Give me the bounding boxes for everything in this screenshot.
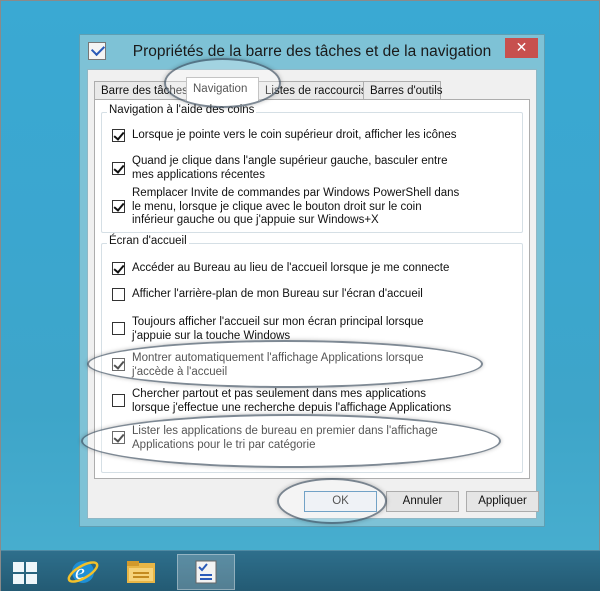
dialog-client-area: Barre des tâches Navigation Listes de ra… <box>87 69 539 519</box>
option-label: Toujours afficher l'accueil sur mon écra… <box>132 316 424 342</box>
taskbar: e <box>1 550 600 591</box>
option-label: Chercher partout et pas seulement dans m… <box>132 388 452 414</box>
navigation-tab-panel: Navigation à l'aide des coins Lorsque je… <box>94 99 530 479</box>
cancel-button[interactable]: Annuler <box>386 491 459 512</box>
start-screen-group: Écran d'accueil Accéder au Bureau au lie… <box>101 235 523 473</box>
tab-taskbar[interactable]: Barre des tâches <box>94 81 188 100</box>
option-label: Afficher l'arrière-plan de mon Bureau su… <box>132 288 423 300</box>
option-label: Remplacer Invite de commandes par Window… <box>132 187 460 226</box>
option-label: Accéder au Bureau au lieu de l'accueil l… <box>132 262 450 274</box>
checkbox[interactable] <box>112 394 125 407</box>
option-label: Quand je clique dans l'angle supérieur g… <box>132 155 448 181</box>
file-explorer-icon <box>127 561 155 583</box>
taskbar-navigation-properties-dialog: Propriétés de la barre des tâches et de … <box>79 34 545 527</box>
tab-jump-lists[interactable]: Listes de raccourcis <box>258 81 367 100</box>
ok-button[interactable]: OK <box>304 491 377 512</box>
file-explorer-button[interactable] <box>113 554 167 590</box>
taskbar-properties-button[interactable] <box>177 554 235 590</box>
close-button[interactable]: ✕ <box>505 38 538 58</box>
tab-navigation[interactable]: Navigation <box>186 77 259 101</box>
windows-start-icon <box>13 562 37 584</box>
internet-explorer-icon: e <box>67 559 99 584</box>
checkbox[interactable] <box>112 288 125 301</box>
checkbox[interactable] <box>112 200 125 213</box>
checkbox[interactable] <box>112 129 125 142</box>
group-title: Écran d'accueil <box>107 235 189 247</box>
internet-explorer-button[interactable]: e <box>57 554 111 590</box>
checkbox[interactable] <box>112 262 125 275</box>
checkbox[interactable] <box>112 322 125 335</box>
apply-button[interactable]: Appliquer <box>466 491 539 512</box>
option-label: Lister les applications de bureau en pre… <box>132 425 438 451</box>
checkbox[interactable] <box>112 358 125 371</box>
checkbox[interactable] <box>112 162 125 175</box>
corner-navigation-group: Navigation à l'aide des coins Lorsque je… <box>101 104 523 233</box>
start-button[interactable] <box>1 554 55 590</box>
title-bar[interactable]: Propriétés de la barre des tâches et de … <box>80 35 544 68</box>
group-title: Navigation à l'aide des coins <box>107 104 257 116</box>
option-label: Montrer automatiquement l'affichage Appl… <box>132 352 424 378</box>
taskbar-properties-icon <box>195 560 217 584</box>
option-label: Lorsque je pointe vers le coin supérieur… <box>132 129 457 141</box>
window-title: Propriétés de la barre des tâches et de … <box>132 43 492 60</box>
checkbox[interactable] <box>112 431 125 444</box>
tab-toolbars[interactable]: Barres d'outils <box>363 81 443 100</box>
